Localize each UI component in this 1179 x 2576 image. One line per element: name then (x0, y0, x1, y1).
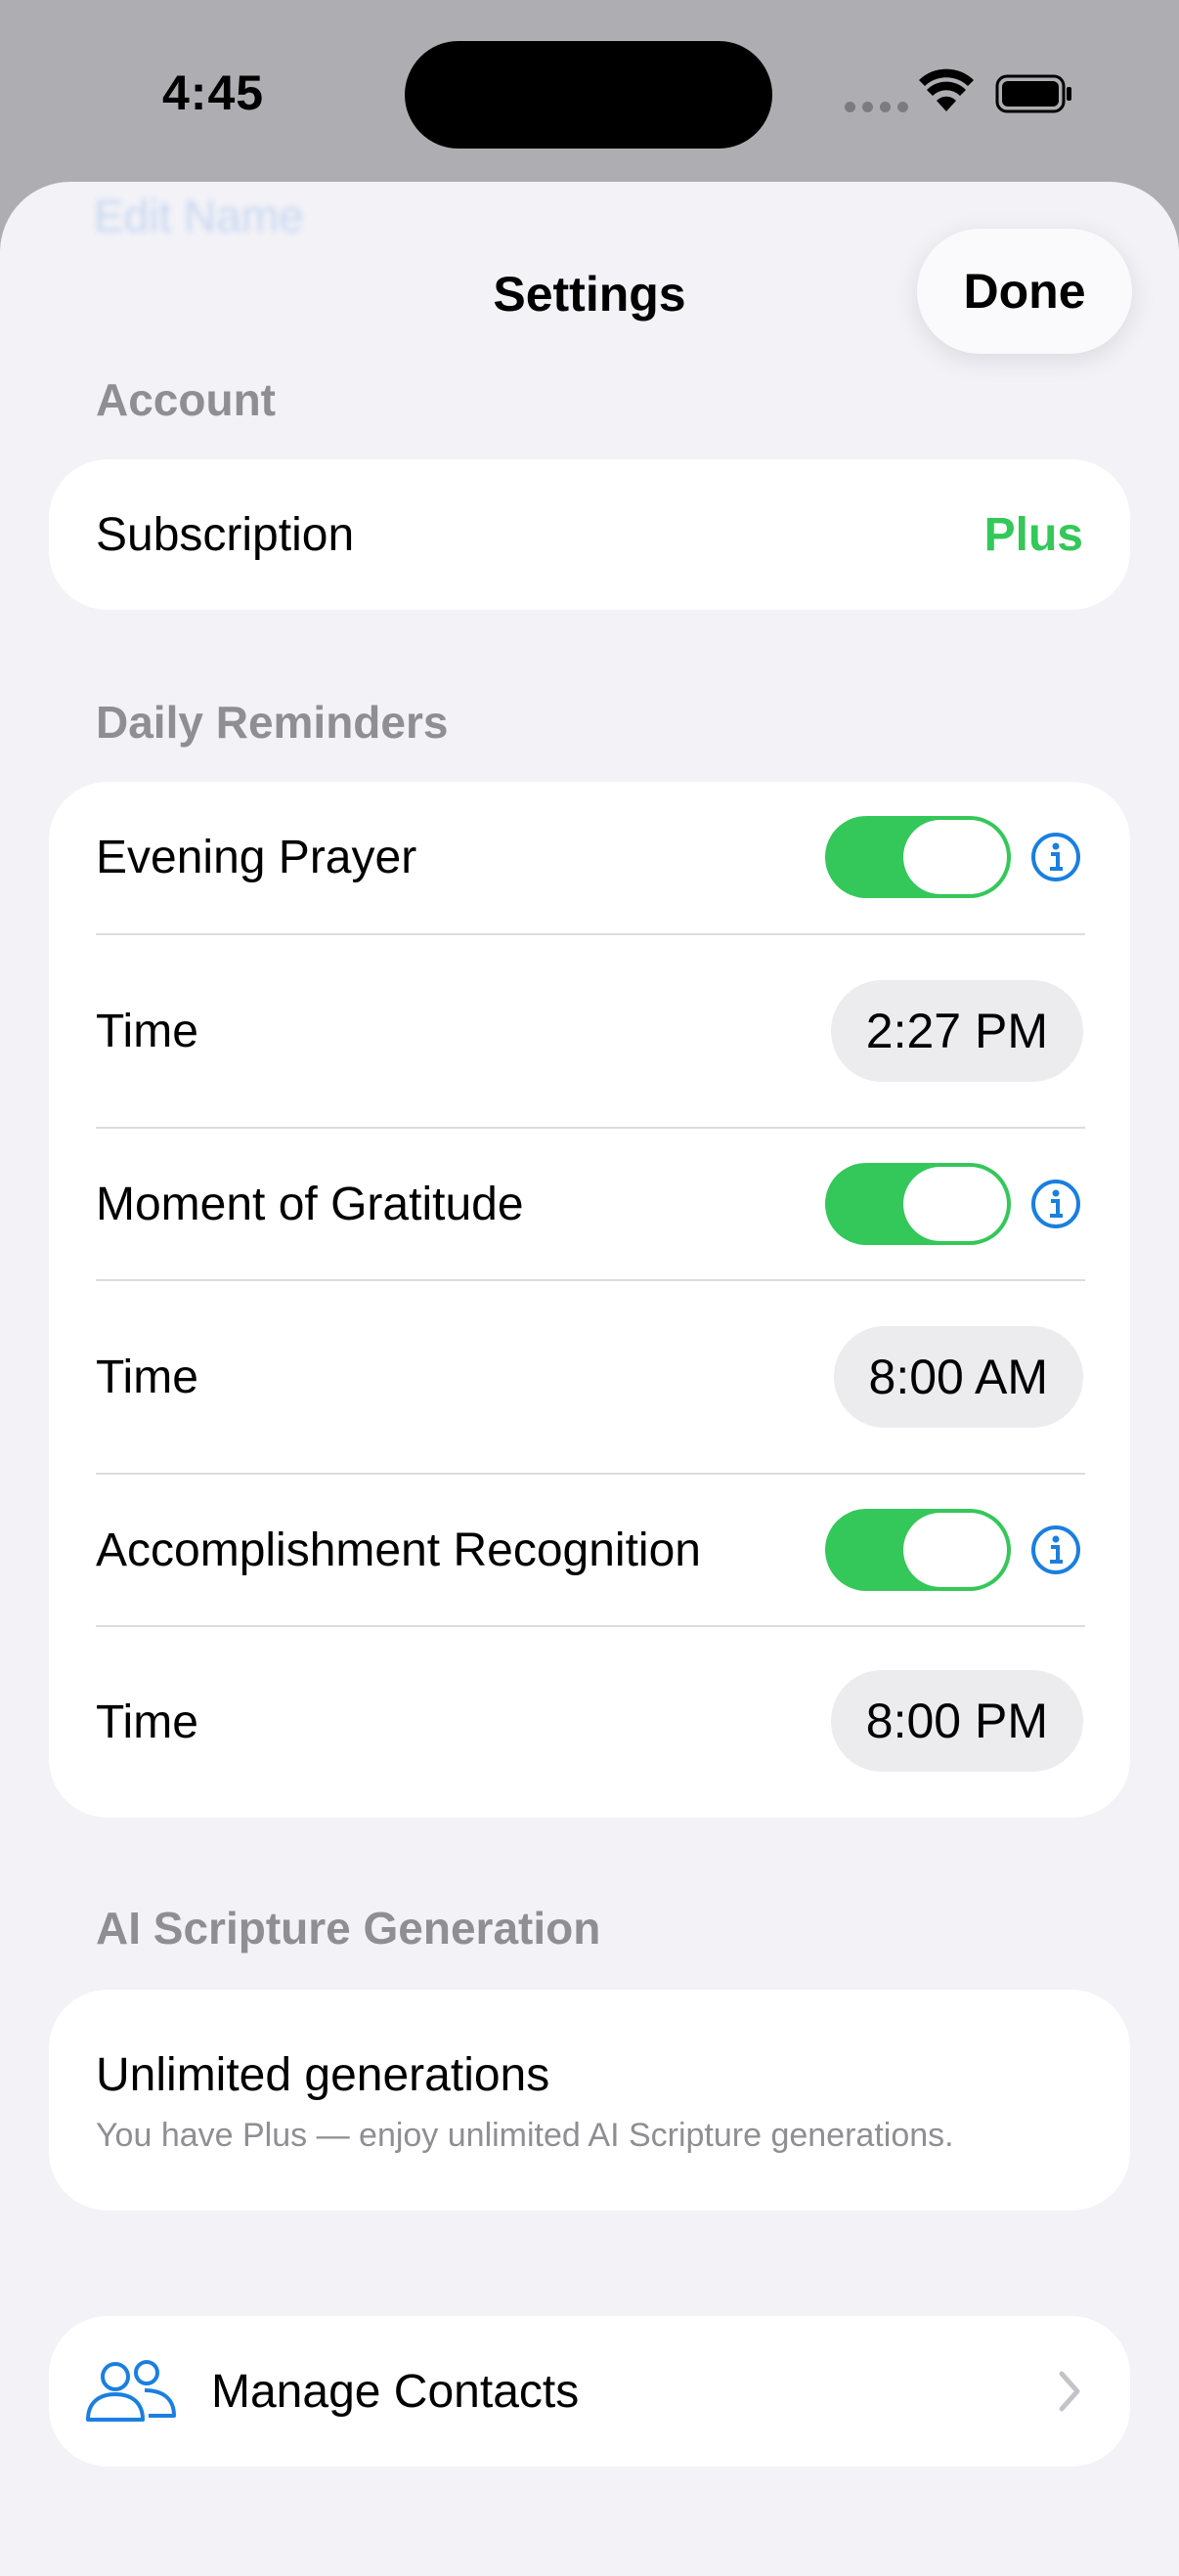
info-icon[interactable] (1030, 832, 1081, 882)
generation-subtitle: You have Plus — enjoy unlimited AI Scrip… (96, 2117, 954, 2154)
time-label: Time (96, 1351, 198, 1403)
battery-icon (995, 74, 1071, 113)
evening-prayer-toggle[interactable] (825, 816, 1011, 898)
reminder-name: Moment of Gratitude (96, 1178, 524, 1230)
reminder-row-accomplishment-recognition: Accomplishment Recognition (49, 1475, 1130, 1625)
section-label-account: Account (96, 374, 276, 425)
dynamic-island (405, 41, 772, 149)
status-bar: 4:45 (0, 0, 1179, 186)
done-button[interactable]: Done (917, 229, 1132, 354)
moment-of-gratitude-time-picker[interactable]: 8:00 AM (833, 1326, 1083, 1428)
cellular-signal-icon (845, 102, 908, 112)
status-time: 4:45 (162, 65, 265, 120)
info-icon[interactable] (1030, 1179, 1081, 1229)
reminders-card: Evening Prayer Time 2:27 PM Moment of Gr… (49, 782, 1130, 1818)
ai-generation-card: Unlimited generations You have Plus — en… (49, 1990, 1130, 2211)
subscription-label: Subscription (96, 508, 355, 561)
time-row: Time 8:00 AM (49, 1281, 1130, 1473)
manage-contacts-card: Manage Contacts (49, 2316, 1130, 2467)
contacts-icon (86, 2360, 176, 2422)
wifi-icon (919, 68, 974, 111)
background-title: Edit Name (94, 191, 304, 241)
reminder-name: Accomplishment Recognition (96, 1524, 701, 1576)
chevron-right-icon (1059, 2371, 1080, 2412)
section-label-reminders: Daily Reminders (96, 697, 449, 748)
time-label: Time (96, 1696, 198, 1748)
moment-of-gratitude-toggle[interactable] (825, 1163, 1011, 1245)
manage-contacts-row[interactable]: Manage Contacts (49, 2316, 1130, 2467)
manage-contacts-label: Manage Contacts (211, 2365, 580, 2418)
settings-sheet: Edit Name Settings Done Account Subscrip… (0, 182, 1179, 2576)
time-row: Time 2:27 PM (49, 935, 1130, 1127)
generation-title: Unlimited generations (96, 2049, 550, 2101)
evening-prayer-time-picker[interactable]: 2:27 PM (830, 980, 1083, 1082)
time-row: Time 8:00 PM (49, 1627, 1130, 1818)
subscription-row[interactable]: Subscription Plus (49, 459, 1130, 610)
accomplishment-recognition-toggle[interactable] (825, 1509, 1011, 1591)
accomplishment-recognition-time-picker[interactable]: 8:00 PM (830, 1670, 1083, 1772)
reminder-row-evening-prayer: Evening Prayer (49, 782, 1130, 932)
info-icon[interactable] (1030, 1524, 1081, 1575)
time-label: Time (96, 1005, 198, 1057)
reminder-name: Evening Prayer (96, 831, 417, 883)
section-label-ai: AI Scripture Generation (96, 1903, 601, 1953)
subscription-value: Plus (983, 508, 1083, 561)
reminder-row-moment-of-gratitude: Moment of Gratitude (49, 1129, 1130, 1279)
account-card: Subscription Plus (49, 459, 1130, 610)
